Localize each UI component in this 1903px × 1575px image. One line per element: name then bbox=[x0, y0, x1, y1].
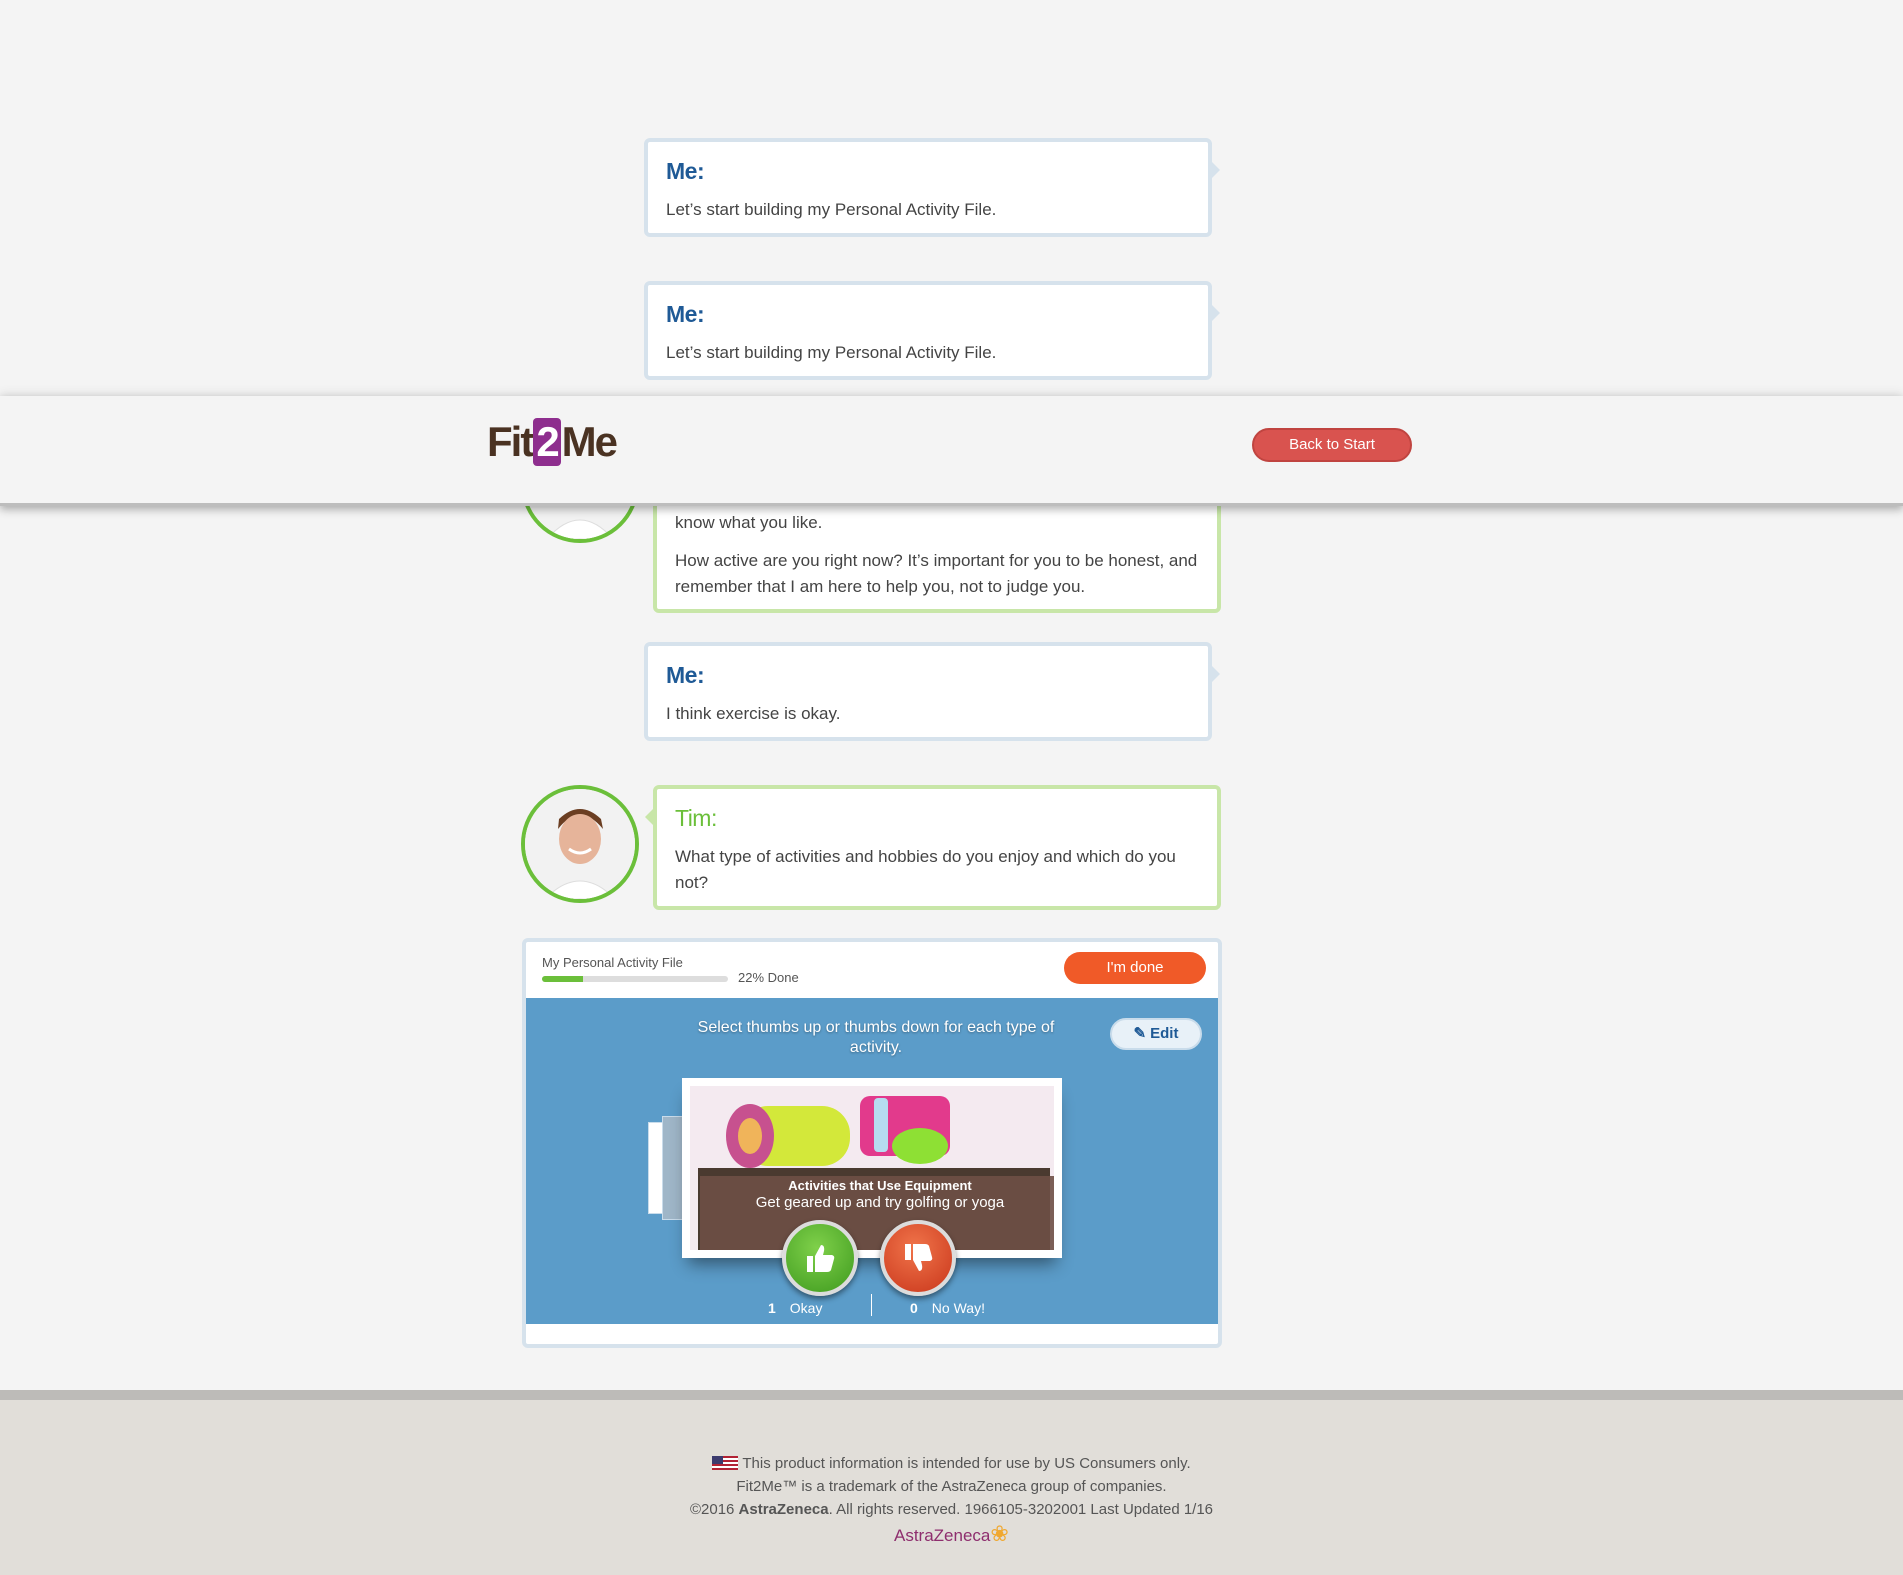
message-text: Let’s start building my Personal Activit… bbox=[666, 343, 997, 362]
activity-subtitle: Get geared up and try golfing or yoga bbox=[755, 1194, 1005, 1211]
logo-text: 2 bbox=[533, 418, 561, 466]
site-header: Fit2Me Back to Start bbox=[0, 396, 1903, 506]
activity-file-title: My Personal Activity File bbox=[542, 955, 683, 970]
okay-label: Okay bbox=[789, 1300, 823, 1316]
footer-line: This product information is intended for… bbox=[0, 1452, 1903, 1475]
thumbs-up-icon bbox=[807, 1245, 835, 1272]
us-flag-icon bbox=[712, 1456, 739, 1470]
edit-icon: ✎ bbox=[1133, 1025, 1147, 1042]
edit-button[interactable]: ✎ Edit bbox=[1110, 1018, 1202, 1050]
fit2me-logo[interactable]: Fit2Me bbox=[487, 418, 618, 466]
message-text: How active are you right now? It’s impor… bbox=[675, 551, 1198, 596]
me-message-1: Me: Let’s start building my Personal Act… bbox=[644, 138, 1220, 237]
copyright-suffix: . All rights reserved. 1966105-3202001 L… bbox=[828, 1501, 1214, 1518]
footer-copyright: ©2016 AstraZeneca. All rights reserved. … bbox=[0, 1498, 1903, 1521]
progress-bar bbox=[542, 976, 728, 982]
activity-photo: Activities that Use Equipment Get geared… bbox=[690, 1086, 1054, 1250]
copyright-brand: AstraZeneca bbox=[738, 1501, 829, 1518]
message-text: What type of activities and hobbies do y… bbox=[675, 847, 1176, 892]
footer-disclaimer: This product information is intended for… bbox=[742, 1455, 1191, 1472]
activity-file-card: My Personal Activity File 22% Done I'm d… bbox=[522, 938, 1222, 1348]
astrazeneca-logo[interactable]: AstraZeneca❀ bbox=[894, 1521, 1009, 1547]
footer-trademark: Fit2Me™ is a trademark of the AstraZenec… bbox=[736, 1478, 1167, 1495]
speaker-label: Me: bbox=[666, 158, 705, 184]
activity-instruction: Select thumbs up or thumbs down for each… bbox=[697, 1019, 1055, 1056]
message-text: know what you like. bbox=[675, 513, 823, 532]
tim-message-2: Tim: What type of activities and hobbies… bbox=[645, 785, 1221, 910]
activity-caption: Activities that Use Equipment Get geared… bbox=[700, 1176, 1054, 1250]
footer-text: This product information is intended for… bbox=[0, 1452, 1903, 1521]
activity-file-header: My Personal Activity File 22% Done I'm d… bbox=[526, 942, 1218, 998]
thumbs-up-button[interactable] bbox=[782, 1220, 858, 1296]
okay-tally: 1 Okay bbox=[768, 1300, 822, 1316]
noway-label: No Way! bbox=[931, 1300, 985, 1316]
tim-avatar bbox=[521, 785, 639, 903]
logo-text: Fit bbox=[487, 418, 534, 465]
tally-divider bbox=[871, 1294, 872, 1316]
message-text: Let’s start building my Personal Activit… bbox=[666, 200, 997, 219]
speaker-label: Me: bbox=[666, 662, 705, 688]
activity-selector: Select thumbs up or thumbs down for each… bbox=[526, 998, 1218, 1324]
okay-count: 1 bbox=[768, 1300, 776, 1316]
progress-fill bbox=[542, 976, 583, 982]
me-message-2: Me: Let’s start building my Personal Act… bbox=[644, 281, 1220, 380]
site-footer: This product information is intended for… bbox=[0, 1390, 1903, 1575]
done-button[interactable]: I'm done bbox=[1064, 952, 1206, 984]
speaker-label: Tim: bbox=[675, 805, 717, 831]
message-text: I think exercise is okay. bbox=[666, 704, 841, 723]
logo-text: Me bbox=[561, 418, 618, 465]
copyright-prefix: ©2016 bbox=[689, 1501, 739, 1518]
edit-label: Edit bbox=[1150, 1025, 1179, 1042]
activity-title: Activities that Use Equipment bbox=[788, 1178, 972, 1193]
astrazeneca-symbol-icon: ❀ bbox=[990, 1521, 1009, 1546]
activity-card: Activities that Use Equipment Get geared… bbox=[682, 1078, 1062, 1258]
progress-label: 22% Done bbox=[738, 970, 799, 985]
noway-count: 0 bbox=[910, 1300, 918, 1316]
speaker-label: Me: bbox=[666, 301, 705, 327]
logo-text: AstraZeneca bbox=[894, 1526, 991, 1545]
me-message-3: Me: I think exercise is okay. bbox=[644, 642, 1220, 741]
back-to-start-button[interactable]: Back to Start bbox=[1252, 428, 1412, 462]
noway-tally: 0 No Way! bbox=[910, 1300, 985, 1316]
thumbs-down-button[interactable] bbox=[880, 1220, 956, 1296]
thumbs-down-icon bbox=[905, 1244, 933, 1271]
